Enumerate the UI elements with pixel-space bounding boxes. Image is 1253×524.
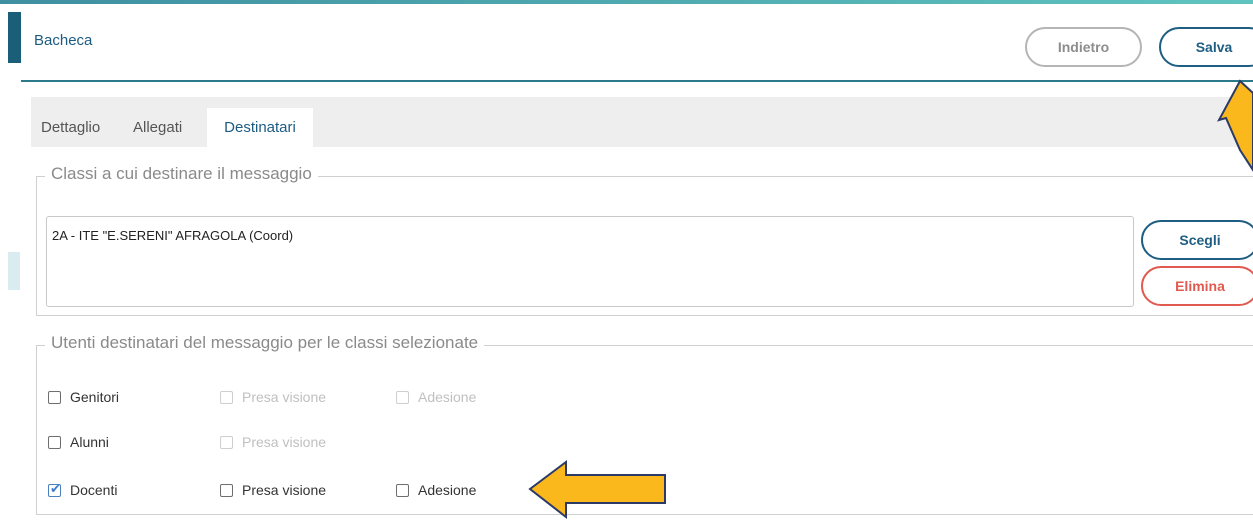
arrow-icon <box>1216 79 1253 172</box>
arrow-icon <box>528 460 666 520</box>
annotation-arrows <box>528 79 1253 520</box>
